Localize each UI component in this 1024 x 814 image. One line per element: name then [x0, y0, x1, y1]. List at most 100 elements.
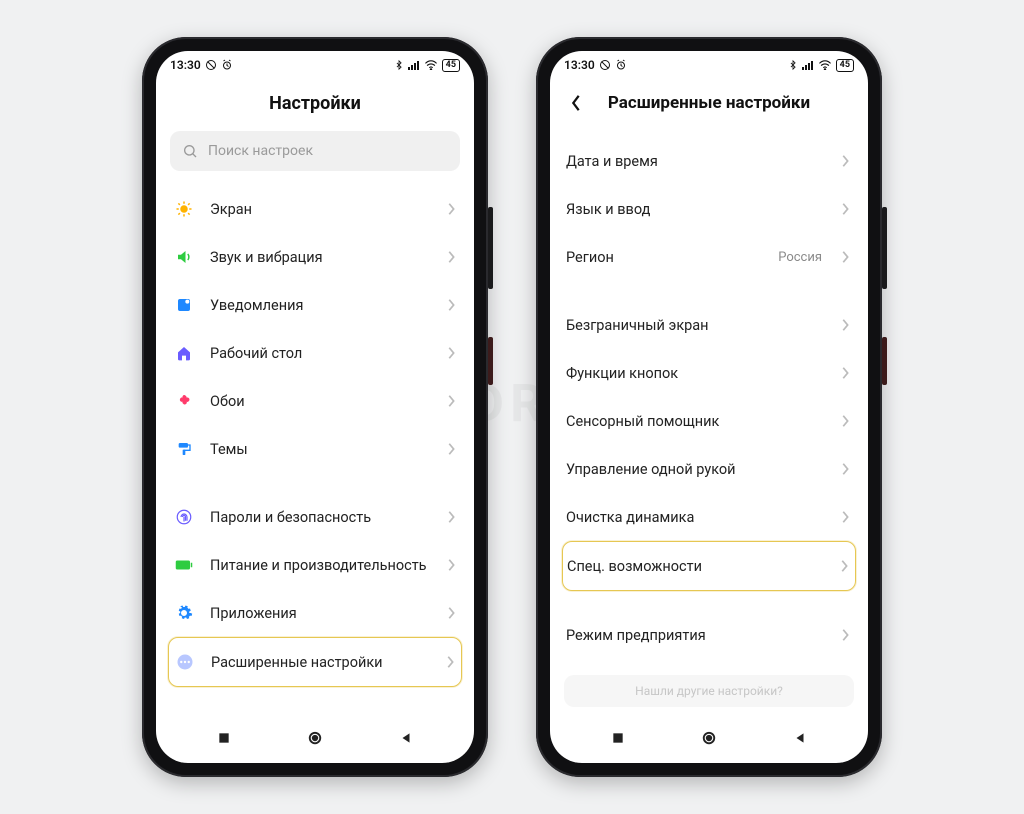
signal-icon [408, 60, 420, 70]
wifi-icon [424, 60, 438, 70]
chevron-right-icon [840, 154, 850, 168]
status-bar: 13:30 45 [550, 51, 868, 79]
system-nav [550, 717, 868, 763]
device-right: 13:30 45 Расширенные настройки [536, 37, 882, 777]
row-button-functions[interactable]: Функции кнопок [562, 349, 856, 397]
row-display[interactable]: Экран [168, 185, 462, 233]
alarm-icon [615, 59, 627, 71]
chevron-right-icon [446, 250, 456, 264]
page-title: Настройки [269, 93, 361, 114]
volume-rocker [882, 207, 887, 289]
bluetooth-icon [394, 59, 404, 71]
row-one-handed[interactable]: Управление одной рукой [562, 445, 856, 493]
row-label: Экран [210, 201, 432, 218]
chevron-left-icon [570, 94, 582, 112]
row-homescreen[interactable]: Рабочий стол [168, 329, 462, 377]
row-wallpaper[interactable]: Обои [168, 377, 462, 425]
gear-icon [172, 601, 196, 625]
row-label: Расширенные настройки [211, 654, 431, 671]
row-label: Безграничный экран [566, 317, 826, 334]
sun-icon [172, 197, 196, 221]
nav-recents[interactable] [204, 726, 244, 750]
row-label: Обои [210, 393, 432, 410]
chevron-right-icon [445, 655, 455, 669]
notification-icon [172, 293, 196, 317]
row-quick-ball[interactable]: Сенсорный помощник [562, 397, 856, 445]
speaker-icon [172, 245, 196, 269]
row-region[interactable]: Регион Россия [562, 233, 856, 281]
chevron-right-icon [840, 318, 850, 332]
chevron-right-icon [446, 442, 456, 456]
nav-home[interactable] [689, 726, 729, 750]
dnd-icon [205, 59, 217, 71]
row-label: Регион [566, 249, 764, 266]
row-label: Функции кнопок [566, 365, 826, 382]
chevron-right-icon [446, 510, 456, 524]
app-header: Расширенные настройки [550, 79, 868, 127]
back-button[interactable] [562, 89, 590, 117]
battery-icon [172, 553, 196, 577]
row-label: Звук и вибрация [210, 249, 432, 266]
row-themes[interactable]: Темы [168, 425, 462, 473]
row-security[interactable]: Пароли и безопасность [168, 493, 462, 541]
power-button-physical [488, 337, 493, 385]
chevron-right-icon [840, 510, 850, 524]
page-title: Расширенные настройки [608, 93, 810, 113]
row-language-input[interactable]: Язык и ввод [562, 185, 856, 233]
search-icon [182, 143, 198, 159]
chevron-right-icon [840, 202, 850, 216]
screen-left: 13:30 45 Настройки Поиск [156, 51, 474, 763]
search-input[interactable]: Поиск настроек [170, 131, 460, 171]
chevron-right-icon [446, 346, 456, 360]
row-accessibility[interactable]: Спец. возможности [562, 541, 856, 591]
row-fullscreen-display[interactable]: Безграничный экран [562, 301, 856, 349]
row-label: Язык и ввод [566, 201, 826, 218]
row-label: Дата и время [566, 153, 826, 170]
device-left: 13:30 45 Настройки Поиск [142, 37, 488, 777]
row-label: Сенсорный помощник [566, 413, 826, 430]
status-time: 13:30 [564, 58, 595, 72]
nav-back[interactable] [780, 726, 820, 750]
chevron-right-icon [840, 462, 850, 476]
row-clear-speaker[interactable]: Очистка динамика [562, 493, 856, 541]
chevron-right-icon [840, 414, 850, 428]
app-header: Настройки [156, 79, 474, 127]
flower-icon [172, 389, 196, 413]
footer-hint: Нашли другие настройки? [564, 675, 854, 707]
chevron-right-icon [840, 250, 850, 264]
row-notifications[interactable]: Уведомления [168, 281, 462, 329]
row-battery-perf[interactable]: Питание и производительность [168, 541, 462, 589]
search-placeholder: Поиск настроек [208, 143, 313, 159]
more-icon [173, 650, 197, 674]
screen-right: 13:30 45 Расширенные настройки [550, 51, 868, 763]
chevron-right-icon [840, 628, 850, 642]
chevron-right-icon [839, 559, 849, 573]
row-sound[interactable]: Звук и вибрация [168, 233, 462, 281]
bluetooth-icon [788, 59, 798, 71]
dnd-icon [599, 59, 611, 71]
row-advanced-settings[interactable]: Расширенные настройки [168, 637, 462, 687]
row-label: Питание и производительность [210, 557, 432, 574]
row-value: Россия [778, 250, 822, 265]
row-label: Пароли и безопасность [210, 509, 432, 526]
row-date-time[interactable]: Дата и время [562, 137, 856, 185]
status-bar: 13:30 45 [156, 51, 474, 79]
row-apps[interactable]: Приложения [168, 589, 462, 637]
power-button-physical [882, 337, 887, 385]
row-label: Рабочий стол [210, 345, 432, 362]
row-enterprise-mode[interactable]: Режим предприятия [562, 611, 856, 659]
fingerprint-icon [172, 505, 196, 529]
chevron-right-icon [840, 366, 850, 380]
system-nav [156, 717, 474, 763]
nav-recents[interactable] [598, 726, 638, 750]
row-label: Режим предприятия [566, 627, 826, 644]
chevron-right-icon [446, 298, 456, 312]
paint-roller-icon [172, 437, 196, 461]
wifi-icon [818, 60, 832, 70]
home-icon [172, 341, 196, 365]
chevron-right-icon [446, 606, 456, 620]
battery-level: 45 [836, 59, 854, 72]
nav-back[interactable] [386, 726, 426, 750]
nav-home[interactable] [295, 726, 335, 750]
row-label: Очистка динамика [566, 509, 826, 526]
